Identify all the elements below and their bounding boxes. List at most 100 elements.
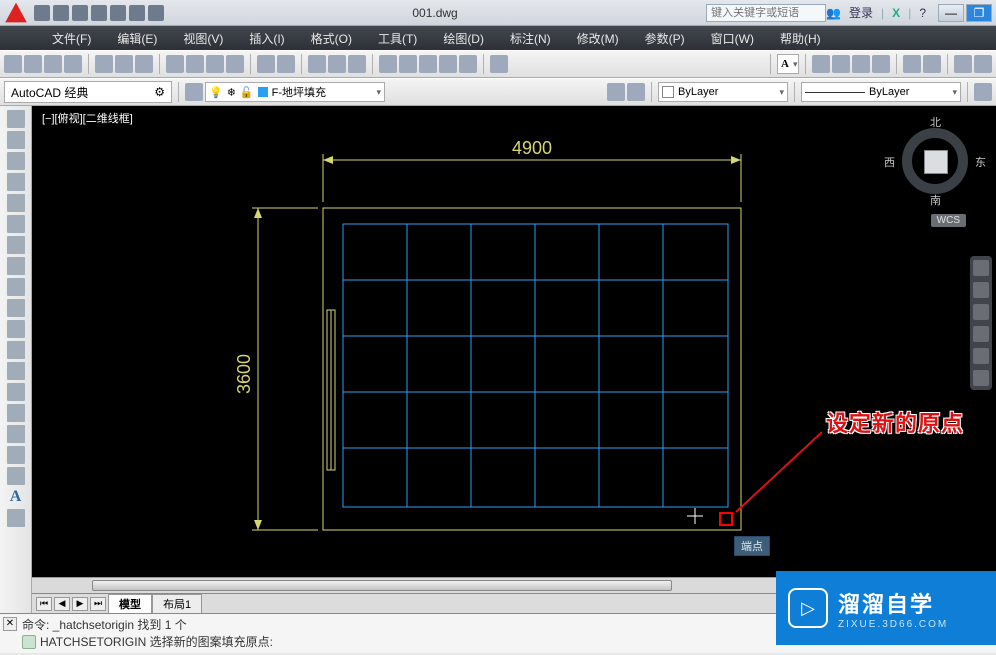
layer-props-icon[interactable]	[185, 83, 203, 101]
tool-region[interactable]	[7, 446, 25, 464]
tb-calc-icon[interactable]	[459, 55, 477, 73]
menu-format[interactable]: 格式(O)	[311, 30, 352, 47]
menu-tools[interactable]: 工具(T)	[378, 30, 417, 47]
tool-rect[interactable]	[7, 194, 25, 212]
tb-cut-icon[interactable]	[166, 55, 184, 73]
menu-view[interactable]: 视图(V)	[183, 30, 223, 47]
scrollbar-thumb[interactable]	[92, 580, 672, 591]
tab-nav-last[interactable]: ⏭	[90, 597, 106, 611]
menu-dimension[interactable]: 标注(N)	[510, 30, 551, 47]
tool-pline[interactable]	[7, 152, 25, 170]
layer-state-icon[interactable]	[607, 83, 625, 101]
qat-redo-icon[interactable]	[148, 5, 164, 21]
tb-publish-icon[interactable]	[135, 55, 153, 73]
menu-edit[interactable]: 编辑(E)	[117, 30, 157, 47]
tb-open-icon[interactable]	[24, 55, 42, 73]
nav-wheel-icon[interactable]	[973, 260, 989, 276]
view-compass[interactable]: 北 南 东 西	[890, 116, 980, 206]
tb-props-icon[interactable]	[379, 55, 397, 73]
tb-match-icon[interactable]	[226, 55, 244, 73]
signin-icon[interactable]: 👥	[826, 6, 841, 20]
help-icon[interactable]: ?	[919, 6, 926, 20]
tb-save-icon[interactable]	[44, 55, 62, 73]
tool-insert[interactable]	[7, 341, 25, 359]
lineweight-icon[interactable]	[974, 83, 992, 101]
tb-tool-icon[interactable]	[419, 55, 437, 73]
qat-save-icon[interactable]	[72, 5, 88, 21]
tool-revcloud[interactable]	[7, 257, 25, 275]
tb-new-icon[interactable]	[4, 55, 22, 73]
tool-arc[interactable]	[7, 215, 25, 233]
tab-layout1[interactable]: 布局1	[152, 594, 202, 613]
tool-text[interactable]: A	[7, 488, 25, 506]
tb-redo-icon[interactable]	[277, 55, 295, 73]
compass-east[interactable]: 东	[975, 154, 986, 170]
wcs-badge[interactable]: WCS	[931, 214, 966, 227]
tool-gradient[interactable]	[7, 425, 25, 443]
tb-sheet-icon[interactable]	[399, 55, 417, 73]
tb-group-icon[interactable]	[923, 55, 941, 73]
qat-print-icon[interactable]	[110, 5, 126, 21]
linetype-dropdown[interactable]: ByLayer ▾	[801, 82, 961, 102]
nav-pan-icon[interactable]	[973, 282, 989, 298]
compass-west[interactable]: 西	[884, 154, 895, 170]
menu-parametric[interactable]: 参数(P)	[645, 30, 685, 47]
tab-nav-next[interactable]: ▶	[72, 597, 88, 611]
compass-north[interactable]: 北	[930, 114, 941, 130]
tb-block-icon[interactable]	[903, 55, 921, 73]
tb-zoomext-icon[interactable]	[348, 55, 366, 73]
nav-zoom-icon[interactable]	[973, 304, 989, 320]
tool-xline[interactable]	[7, 131, 25, 149]
menu-help[interactable]: 帮助(H)	[780, 30, 821, 47]
minimize-button[interactable]: —	[938, 4, 964, 22]
tb-print-icon[interactable]	[95, 55, 113, 73]
tool-table[interactable]	[7, 467, 25, 485]
tb-table-icon[interactable]	[832, 55, 850, 73]
qat-open-icon[interactable]	[53, 5, 69, 21]
cmd-close-button[interactable]: ✕	[3, 617, 17, 631]
tool-spline[interactable]	[7, 278, 25, 296]
menu-modify[interactable]: 修改(M)	[577, 30, 619, 47]
tb-paste-icon[interactable]	[206, 55, 224, 73]
tool-addsel[interactable]	[7, 509, 25, 527]
tab-nav-first[interactable]: ⏮	[36, 597, 52, 611]
tool-ellipse[interactable]	[7, 299, 25, 317]
tool-block[interactable]	[7, 362, 25, 380]
workspace-dropdown[interactable]: AutoCAD 经典 ⚙	[4, 81, 172, 103]
layer-iso-icon[interactable]	[627, 83, 645, 101]
tb-dim-icon[interactable]	[812, 55, 830, 73]
tb-pan-icon[interactable]	[308, 55, 326, 73]
nav-orbit-icon[interactable]	[973, 326, 989, 342]
tool-hatch[interactable]	[7, 404, 25, 422]
search-input[interactable]	[706, 4, 826, 22]
tb-copy-icon[interactable]	[186, 55, 204, 73]
signin-button[interactable]: 登录	[849, 4, 873, 21]
drawing-canvas[interactable]: [−][俯视][二维线框] 4900	[32, 106, 996, 613]
tb-layer-icon[interactable]	[872, 55, 890, 73]
tb-saveas-icon[interactable]	[64, 55, 82, 73]
color-dropdown[interactable]: ByLayer ▾	[658, 82, 788, 102]
tb-light-icon[interactable]	[974, 55, 992, 73]
nav-settings-icon[interactable]	[973, 370, 989, 386]
nav-showui-icon[interactable]	[973, 348, 989, 364]
menu-window[interactable]: 窗口(W)	[711, 30, 754, 47]
menu-draw[interactable]: 绘图(D)	[443, 30, 484, 47]
textstyle-dropdown[interactable]: A▾	[777, 54, 799, 74]
tool-circle[interactable]	[7, 236, 25, 254]
layer-dropdown[interactable]: 💡 ❄ 🔓 F-地坪填充 ▾	[205, 82, 385, 102]
tb-preview-icon[interactable]	[115, 55, 133, 73]
tb-help-icon[interactable]	[490, 55, 508, 73]
tab-nav-prev[interactable]: ◀	[54, 597, 70, 611]
compass-south[interactable]: 南	[930, 192, 941, 208]
menu-insert[interactable]: 插入(I)	[249, 30, 284, 47]
exchange-icon[interactable]: X	[892, 6, 900, 20]
tb-render-icon[interactable]	[439, 55, 457, 73]
maximize-button[interactable]: ❐	[966, 4, 992, 22]
menu-file[interactable]: 文件(F)	[52, 30, 91, 47]
tab-model[interactable]: 模型	[108, 594, 152, 613]
app-logo[interactable]	[4, 2, 28, 24]
tb-mleader-icon[interactable]	[852, 55, 870, 73]
compass-cube[interactable]	[924, 150, 948, 174]
tb-undo-icon[interactable]	[257, 55, 275, 73]
tool-line[interactable]	[7, 110, 25, 128]
